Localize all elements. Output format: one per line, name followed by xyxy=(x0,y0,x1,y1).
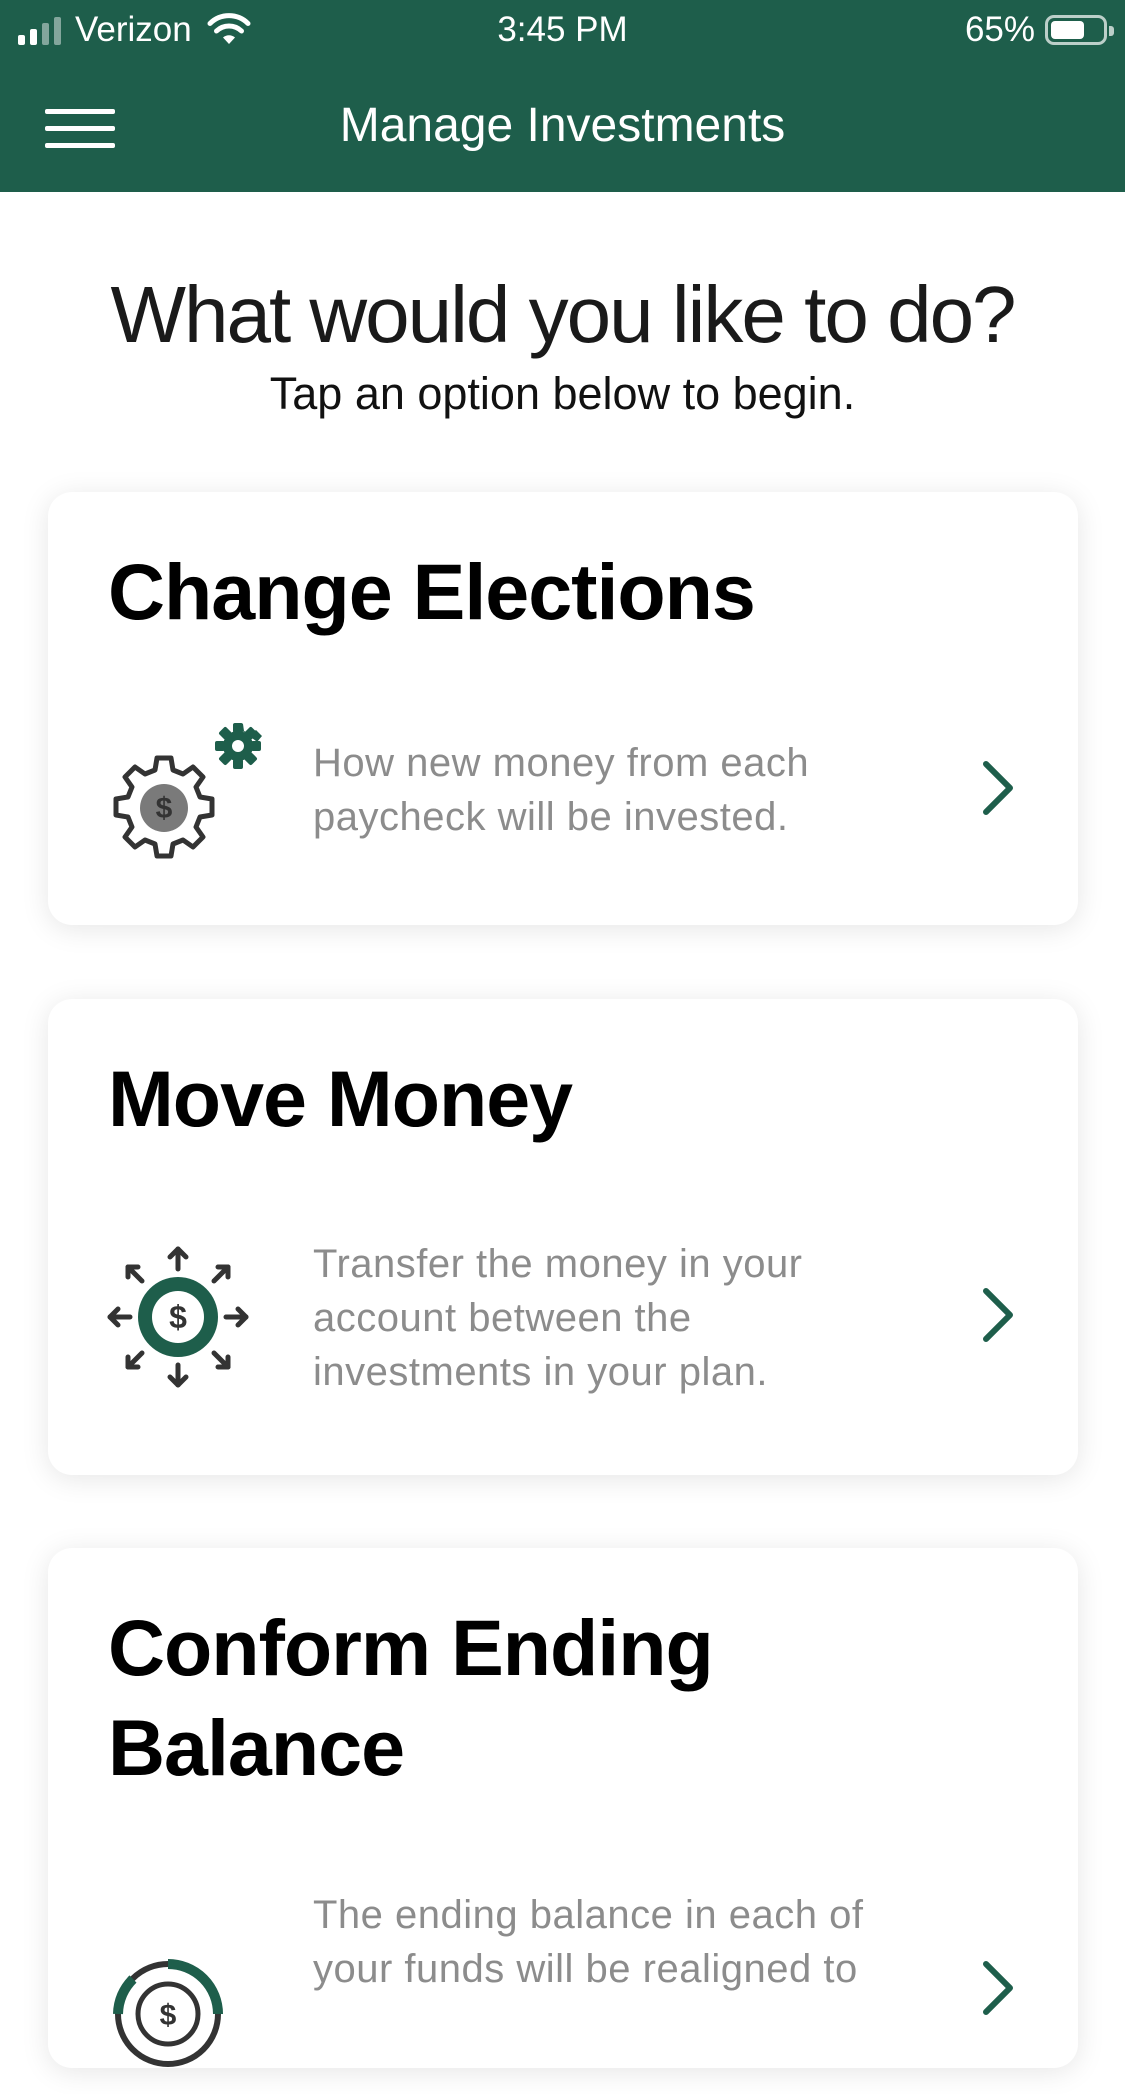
option-card-move-money[interactable]: Move Money $ Transfer the money in your … xyxy=(48,999,1078,1475)
chevron-right-icon xyxy=(983,761,1013,815)
intro-section: What would you like to do? Tap an option… xyxy=(0,270,1125,422)
status-bar: Verizon 3:45 PM 65% xyxy=(0,0,1125,60)
svg-text:$: $ xyxy=(160,1999,177,2032)
battery-icon xyxy=(1045,15,1114,45)
gear-dollar-icon: $ xyxy=(113,723,262,859)
navigation-bar: Manage Investments xyxy=(0,66,1125,186)
option-card-change-elections[interactable]: Change Elections $ How new money from ea… xyxy=(48,492,1078,925)
battery-percentage: 65% xyxy=(964,10,1035,49)
chevron-right-icon xyxy=(983,1288,1013,1342)
option-description: Transfer the money in your account betwe… xyxy=(313,1242,803,1394)
status-bar-right: 65% xyxy=(964,8,1114,52)
svg-text:$: $ xyxy=(169,1299,187,1335)
option-title: Move Money xyxy=(108,1054,573,1143)
intro-heading: What would you like to do? xyxy=(110,270,1016,359)
option-description: The ending balance in each of your funds… xyxy=(313,1893,864,1991)
option-card-conform-ending-balance[interactable]: Conform Ending Balance $ The ending bala… xyxy=(48,1548,1078,2068)
option-description: How new money from each paycheck will be… xyxy=(313,741,810,839)
chevron-right-icon xyxy=(983,1961,1013,2015)
battery-level xyxy=(1051,21,1084,39)
status-time: 3:45 PM xyxy=(497,10,628,49)
move-money-arrows-icon: $ xyxy=(107,1246,249,1388)
option-title: Conform Ending Balance xyxy=(108,1603,714,1792)
svg-text:$: $ xyxy=(156,792,173,825)
intro-subheading: Tap an option below to begin. xyxy=(269,368,856,419)
option-title: Change Elections xyxy=(108,547,756,636)
app-header: Verizon 3:45 PM 65% Manage Investments xyxy=(0,0,1125,192)
page-title: Manage Investments xyxy=(339,99,786,152)
balance-dial-icon: $ xyxy=(113,1959,223,2067)
